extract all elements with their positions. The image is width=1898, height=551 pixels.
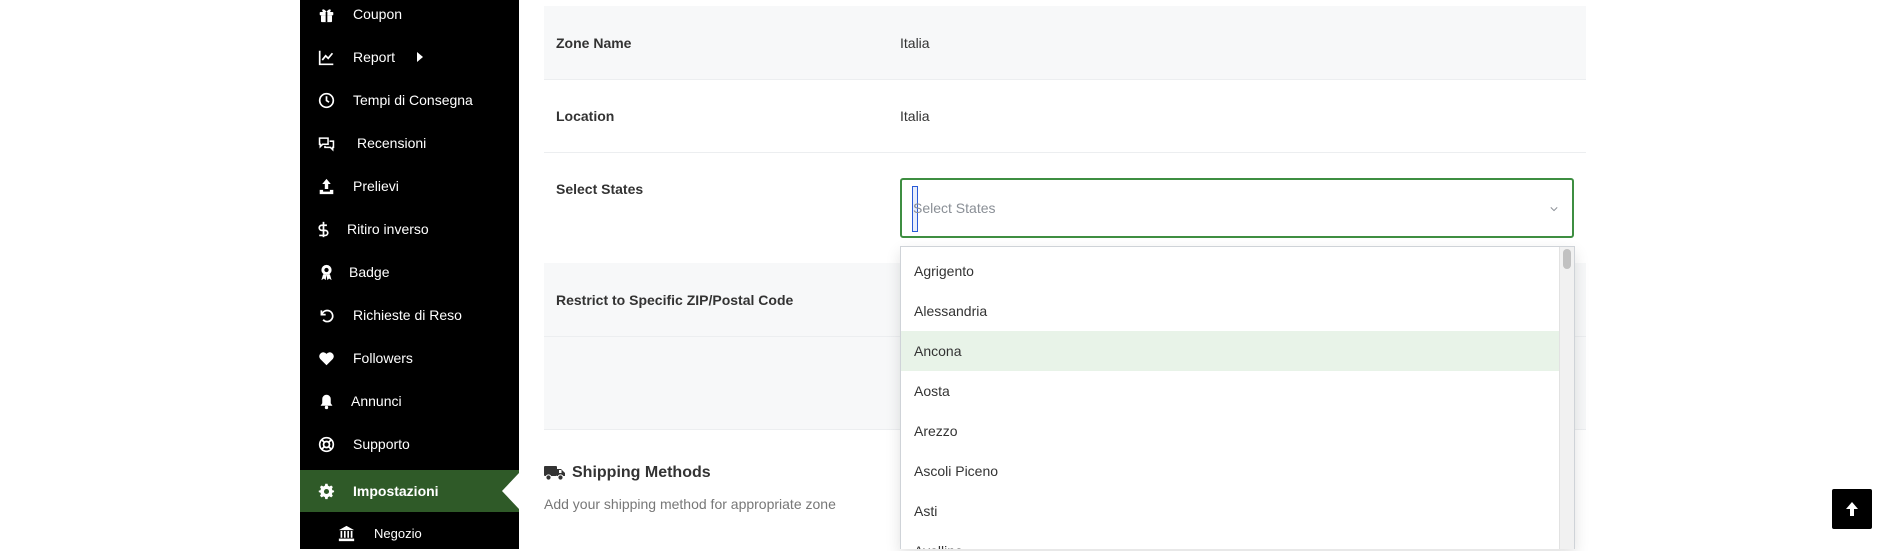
lifebuoy-icon xyxy=(317,435,335,453)
sidebar-item-prelievi[interactable]: Prelievi xyxy=(300,168,519,204)
shipping-methods-heading: Shipping Methods xyxy=(544,464,711,482)
zone-name-label: Zone Name xyxy=(556,35,632,51)
upload-icon xyxy=(317,177,335,195)
select-states-input[interactable]: Select States xyxy=(900,178,1574,238)
sidebar-item-label: Report xyxy=(353,49,396,65)
truck-icon xyxy=(544,466,565,481)
sidebar-item-label: Followers xyxy=(353,350,413,366)
shipping-methods-subtitle: Add your shipping method for appropriate… xyxy=(544,496,836,512)
dollar-icon xyxy=(314,220,332,238)
sidebar-item-negozio[interactable]: Negozio xyxy=(300,515,519,551)
sidebar-item-label: Annunci xyxy=(351,393,402,409)
sidebar-item-recensioni[interactable]: Recensioni xyxy=(300,125,519,161)
back-to-top-button[interactable] xyxy=(1832,489,1872,529)
arrow-up-icon xyxy=(1846,502,1858,516)
restrict-zip-label: Restrict to Specific ZIP/Postal Code xyxy=(556,292,794,308)
location-label: Location xyxy=(556,108,615,124)
chevron-down-icon[interactable] xyxy=(1550,205,1558,213)
gift-icon xyxy=(317,5,335,23)
sidebar-item-label: Recensioni xyxy=(357,135,427,151)
bell-icon xyxy=(317,392,335,410)
sidebar-item-annunci[interactable]: Annunci xyxy=(300,383,519,419)
sidebar-item-badge[interactable]: Badge xyxy=(300,254,519,290)
heart-icon xyxy=(317,349,335,367)
sidebar-item-label: Prelievi xyxy=(353,178,399,194)
select-states-placeholder: Select States xyxy=(913,200,996,216)
sidebar-item-label: Ritiro inverso xyxy=(347,221,429,237)
sidebar-item-coupon[interactable]: Coupon xyxy=(300,0,519,32)
sidebar-item-richieste-di-reso[interactable]: Richieste di Reso xyxy=(300,297,519,333)
sidebar-item-label: Coupon xyxy=(353,6,403,22)
dropdown-option-highlighted[interactable]: Ancona xyxy=(901,331,1561,371)
dropdown-option[interactable]: Aosta xyxy=(901,371,1561,411)
sidebar-item-ritiro-inverso[interactable]: Ritiro inverso xyxy=(300,211,519,247)
award-icon xyxy=(317,263,335,281)
line-chart-icon xyxy=(317,48,335,66)
sidebar-item-label: Impostazioni xyxy=(353,483,439,499)
sidebar-item-label: Supporto xyxy=(353,436,410,452)
select-states-label: Select States xyxy=(556,181,644,197)
sidebar: Coupon Report Tempi di Consegna Recensio… xyxy=(300,0,519,549)
sidebar-item-tempi-di-consegna[interactable]: Tempi di Consegna xyxy=(300,82,519,118)
bank-icon xyxy=(337,524,355,542)
undo-icon xyxy=(317,306,335,324)
states-dropdown: Agrigento Alessandria Ancona Aosta Arezz… xyxy=(900,246,1575,549)
sidebar-item-label: Tempi di Consegna xyxy=(353,92,473,108)
dropdown-scrollbar[interactable] xyxy=(1559,247,1574,549)
sidebar-item-impostazioni[interactable]: Impostazioni xyxy=(300,470,519,512)
gear-icon xyxy=(317,482,335,500)
zone-name-value: Italia xyxy=(900,35,930,51)
sidebar-item-label: Badge xyxy=(349,264,390,280)
location-row: Location Italia xyxy=(544,80,1586,153)
dropdown-option[interactable]: Agrigento xyxy=(901,251,1561,291)
dropdown-option[interactable]: Arezzo xyxy=(901,411,1561,451)
clock-icon xyxy=(317,91,335,109)
shipping-methods-title: Shipping Methods xyxy=(572,464,711,481)
sidebar-item-supporto[interactable]: Supporto xyxy=(300,426,519,462)
dropdown-option[interactable]: Asti xyxy=(901,491,1561,531)
sidebar-item-label: Negozio xyxy=(374,525,422,541)
dropdown-option[interactable]: Alessandria xyxy=(901,291,1561,331)
sidebar-item-followers[interactable]: Followers xyxy=(300,340,519,376)
scrollbar-thumb[interactable] xyxy=(1563,249,1571,269)
sidebar-item-report[interactable]: Report xyxy=(300,39,519,75)
dropdown-option[interactable]: Ascoli Piceno xyxy=(901,451,1561,491)
caret-right-icon xyxy=(417,52,423,62)
dropdown-option[interactable]: Avellino xyxy=(901,531,1561,549)
location-value: Italia xyxy=(900,108,930,124)
zone-name-row: Zone Name Italia xyxy=(544,6,1586,80)
comments-icon xyxy=(317,134,335,152)
sidebar-item-label: Richieste di Reso xyxy=(353,307,462,323)
